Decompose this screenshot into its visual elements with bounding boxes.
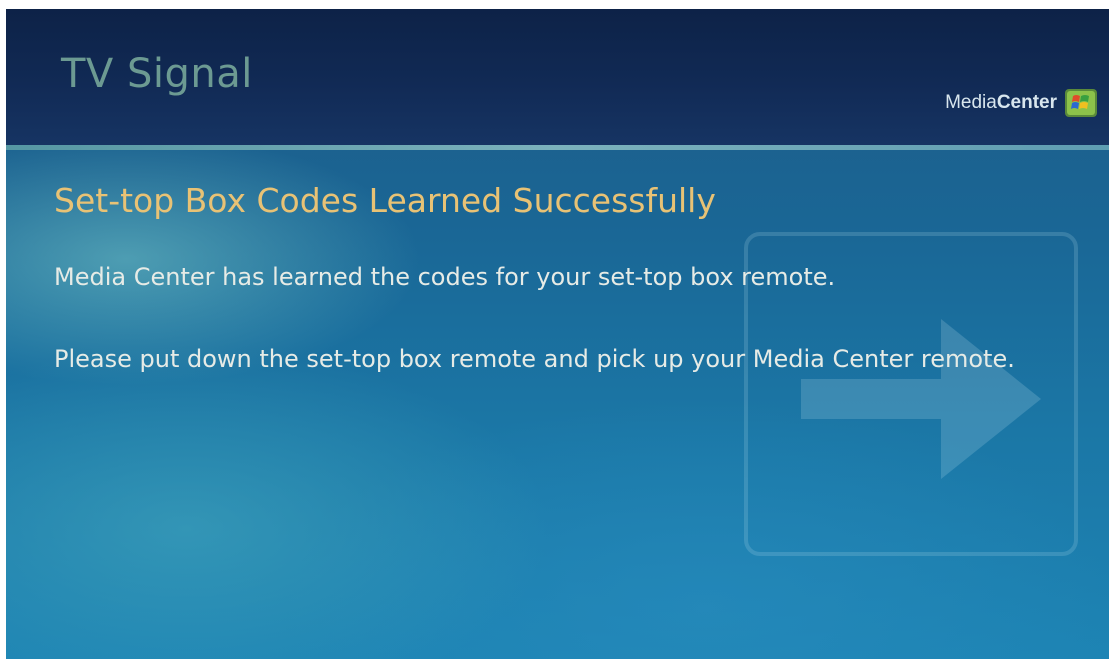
media-center-screen: TV Signal MediaCenter Set-top Box Codes … (6, 9, 1109, 659)
media-center-brand: MediaCenter (945, 89, 1097, 117)
photo-frame: TV Signal MediaCenter Set-top Box Codes … (0, 0, 1109, 662)
windows-flag-icon (1065, 89, 1097, 117)
page-title: TV Signal (61, 51, 253, 97)
brand-suffix: Center (996, 92, 1057, 113)
message-paragraph-1: Media Center has learned the codes for y… (54, 263, 836, 291)
dialog-title: Set-top Box Codes Learned Successfully (54, 181, 716, 220)
header-bar: TV Signal MediaCenter (6, 9, 1109, 145)
brand-prefix: Media (945, 92, 997, 113)
header-divider (6, 145, 1109, 150)
message-paragraph-2: Please put down the set-top box remote a… (54, 345, 1015, 373)
brand-label: MediaCenter (945, 92, 1057, 114)
